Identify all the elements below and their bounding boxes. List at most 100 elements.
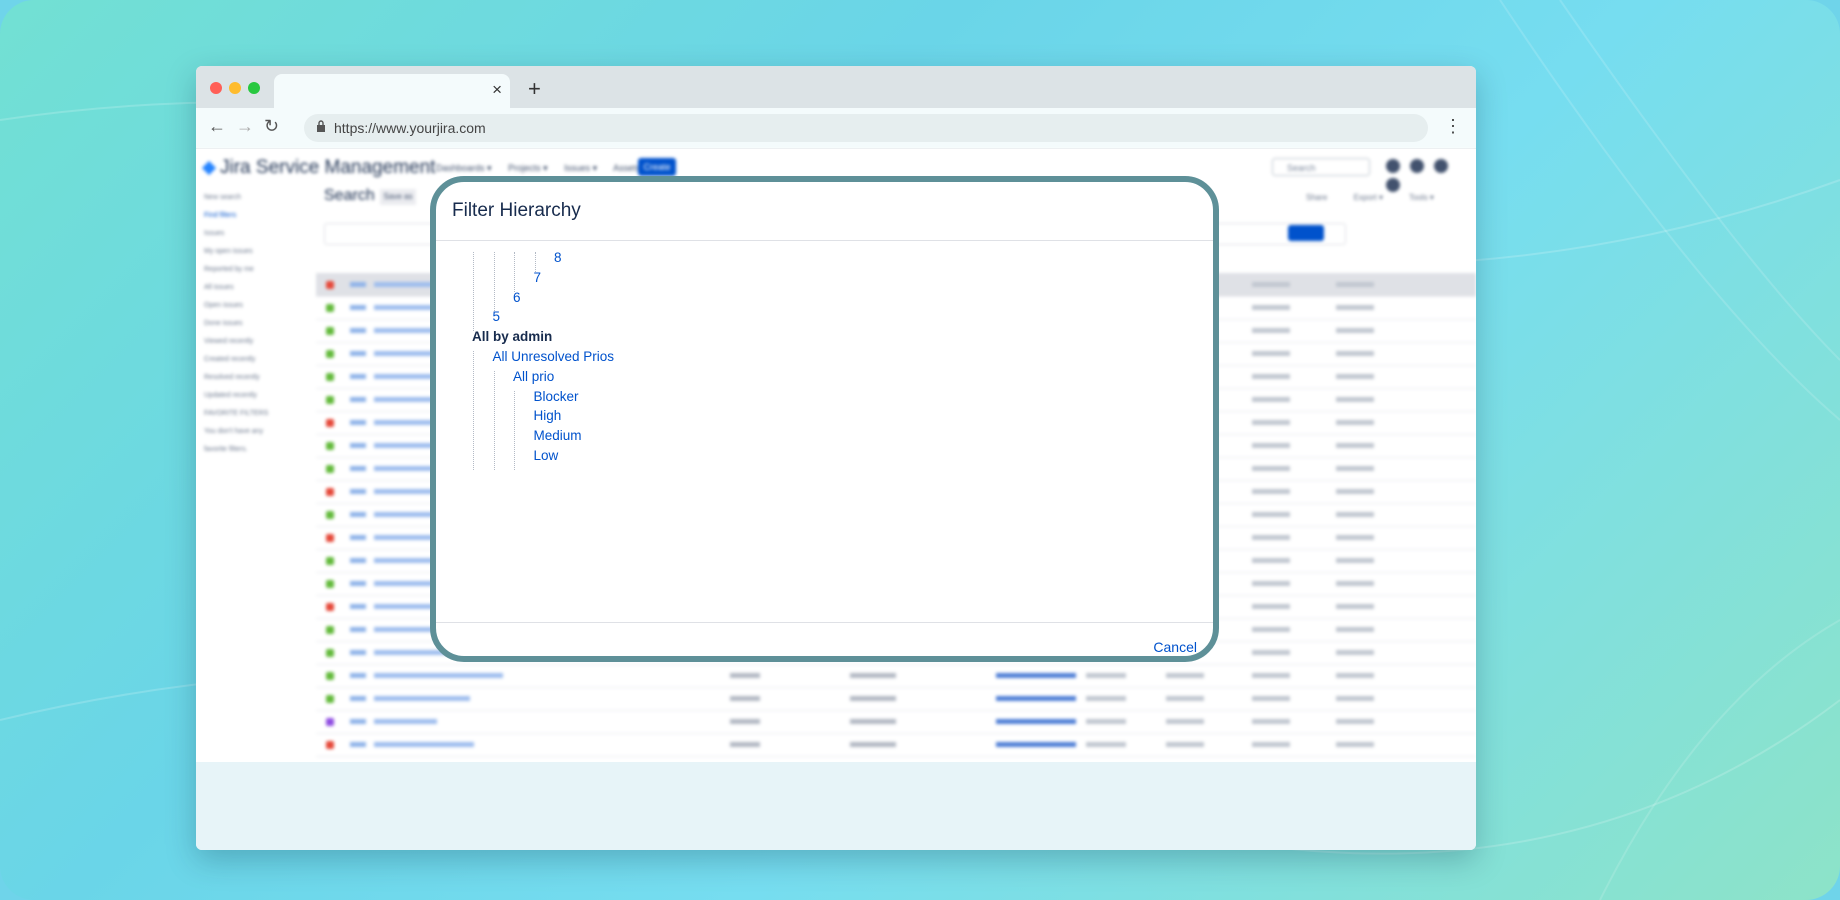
jira-search-input[interactable]: Search <box>1272 158 1370 176</box>
cell-key[interactable] <box>350 719 366 724</box>
cell-key[interactable] <box>350 282 366 287</box>
sidebar-item[interactable]: Reported by me <box>204 261 294 279</box>
jira-logo[interactable]: Jira Service Management <box>201 157 435 179</box>
maximize-window-icon[interactable] <box>248 82 260 94</box>
nav-issues[interactable]: Issues ▾ <box>564 163 597 173</box>
new-tab-icon[interactable]: + <box>528 76 541 102</box>
cell-key[interactable] <box>350 374 366 379</box>
back-icon[interactable]: ← <box>208 116 226 137</box>
cell-c1 <box>730 673 760 678</box>
cell-c7 <box>1336 374 1374 379</box>
tab-bar: × + <box>196 66 1476 108</box>
cell-sum[interactable] <box>374 719 437 724</box>
cell-key[interactable] <box>350 535 366 540</box>
filters-sidebar: New search Find filters Issues My open i… <box>204 189 294 459</box>
cell-key[interactable] <box>350 397 366 402</box>
cell-key[interactable] <box>350 328 366 333</box>
notification-icon[interactable] <box>1386 159 1400 173</box>
filter-link[interactable]: High <box>534 407 562 425</box>
cell-sum[interactable] <box>374 696 470 701</box>
cancel-button[interactable]: Cancel <box>1153 639 1197 655</box>
cell-key[interactable] <box>350 558 366 563</box>
filter-link[interactable]: 6 <box>513 289 521 307</box>
cell-key[interactable] <box>350 305 366 310</box>
cell-c1 <box>730 742 760 747</box>
cell-sum[interactable] <box>374 742 474 747</box>
cell-key[interactable] <box>350 466 366 471</box>
cell-c6 <box>1252 719 1290 724</box>
cell-sum[interactable] <box>374 282 434 287</box>
cell-key[interactable] <box>350 443 366 448</box>
minimize-window-icon[interactable] <box>229 82 241 94</box>
sidebar-item[interactable]: Done issues <box>204 315 294 333</box>
sidebar-item[interactable]: My open issues <box>204 243 294 261</box>
cell-key[interactable] <box>350 673 366 678</box>
cell-c3 <box>996 742 1076 747</box>
table-row[interactable] <box>316 734 1476 757</box>
search-button[interactable] <box>1288 225 1324 241</box>
cell-key[interactable] <box>350 742 366 747</box>
cell-key[interactable] <box>350 512 366 517</box>
table-row[interactable] <box>316 665 1476 688</box>
sidebar-item[interactable]: Updated recently <box>204 387 294 405</box>
share-button[interactable]: Share <box>1306 193 1327 202</box>
settings-icon[interactable] <box>1434 159 1448 173</box>
sidebar-item[interactable]: Created recently <box>204 351 294 369</box>
filter-link[interactable]: All prio <box>513 368 554 386</box>
cell-key[interactable] <box>350 351 366 356</box>
avatar[interactable] <box>1386 178 1400 192</box>
table-row[interactable] <box>316 688 1476 711</box>
save-as-button[interactable]: Save as <box>380 189 416 205</box>
filter-link[interactable]: All Unresolved Prios <box>493 348 615 366</box>
cell-key[interactable] <box>350 650 366 655</box>
story-icon <box>326 511 334 519</box>
task-icon <box>326 718 334 726</box>
cell-sum[interactable] <box>374 328 438 333</box>
cell-c6 <box>1252 328 1290 333</box>
cell-c6 <box>1252 696 1290 701</box>
filter-link[interactable]: Blocker <box>534 388 579 406</box>
browser-tab[interactable]: × <box>274 74 510 108</box>
sidebar-new-search[interactable]: New search <box>204 189 294 207</box>
cell-key[interactable] <box>350 581 366 586</box>
browser-menu-icon[interactable]: ⋮ <box>1444 116 1462 137</box>
cell-key[interactable] <box>350 696 366 701</box>
reload-icon[interactable]: ↻ <box>264 116 279 137</box>
filter-link[interactable]: 5 <box>493 308 501 326</box>
cell-c7 <box>1336 742 1374 747</box>
filter-link[interactable]: Low <box>534 447 559 465</box>
cell-sum[interactable] <box>374 673 503 678</box>
tools-button[interactable]: Tools ▾ <box>1409 193 1434 202</box>
table-row[interactable] <box>316 711 1476 734</box>
address-bar[interactable]: https://www.yourjira.com <box>304 114 1428 142</box>
sidebar-note: favorite filters. <box>204 446 248 453</box>
nav-projects[interactable]: Projects ▾ <box>508 163 548 173</box>
tab-close-icon[interactable]: × <box>492 80 502 100</box>
filter-link[interactable]: Medium <box>534 427 582 445</box>
cell-c2 <box>850 742 896 747</box>
cell-key[interactable] <box>350 420 366 425</box>
create-button[interactable]: Create <box>638 158 676 176</box>
cell-c4 <box>1086 742 1126 747</box>
cell-c3 <box>996 673 1076 678</box>
sidebar-item[interactable]: Resolved recently <box>204 369 294 387</box>
forward-icon[interactable]: → <box>236 116 254 137</box>
cell-c7 <box>1336 558 1374 563</box>
export-button[interactable]: Export ▾ <box>1354 193 1383 202</box>
browser-footer-area <box>196 762 1476 850</box>
cell-key[interactable] <box>350 489 366 494</box>
sidebar-find-filters[interactable]: Find filters <box>204 207 294 225</box>
sidebar-item[interactable]: Viewed recently <box>204 333 294 351</box>
bug-icon <box>326 603 334 611</box>
help-icon[interactable] <box>1410 159 1424 173</box>
nav-dashboards[interactable]: Dashboards ▾ <box>436 163 492 173</box>
close-window-icon[interactable] <box>210 82 222 94</box>
filter-link[interactable]: 8 <box>554 249 562 267</box>
story-icon <box>326 465 334 473</box>
cell-key[interactable] <box>350 627 366 632</box>
filter-link[interactable]: 7 <box>534 269 542 287</box>
cell-c7 <box>1336 650 1374 655</box>
sidebar-item[interactable]: Open issues <box>204 297 294 315</box>
cell-key[interactable] <box>350 604 366 609</box>
sidebar-item[interactable]: All issues <box>204 279 294 297</box>
